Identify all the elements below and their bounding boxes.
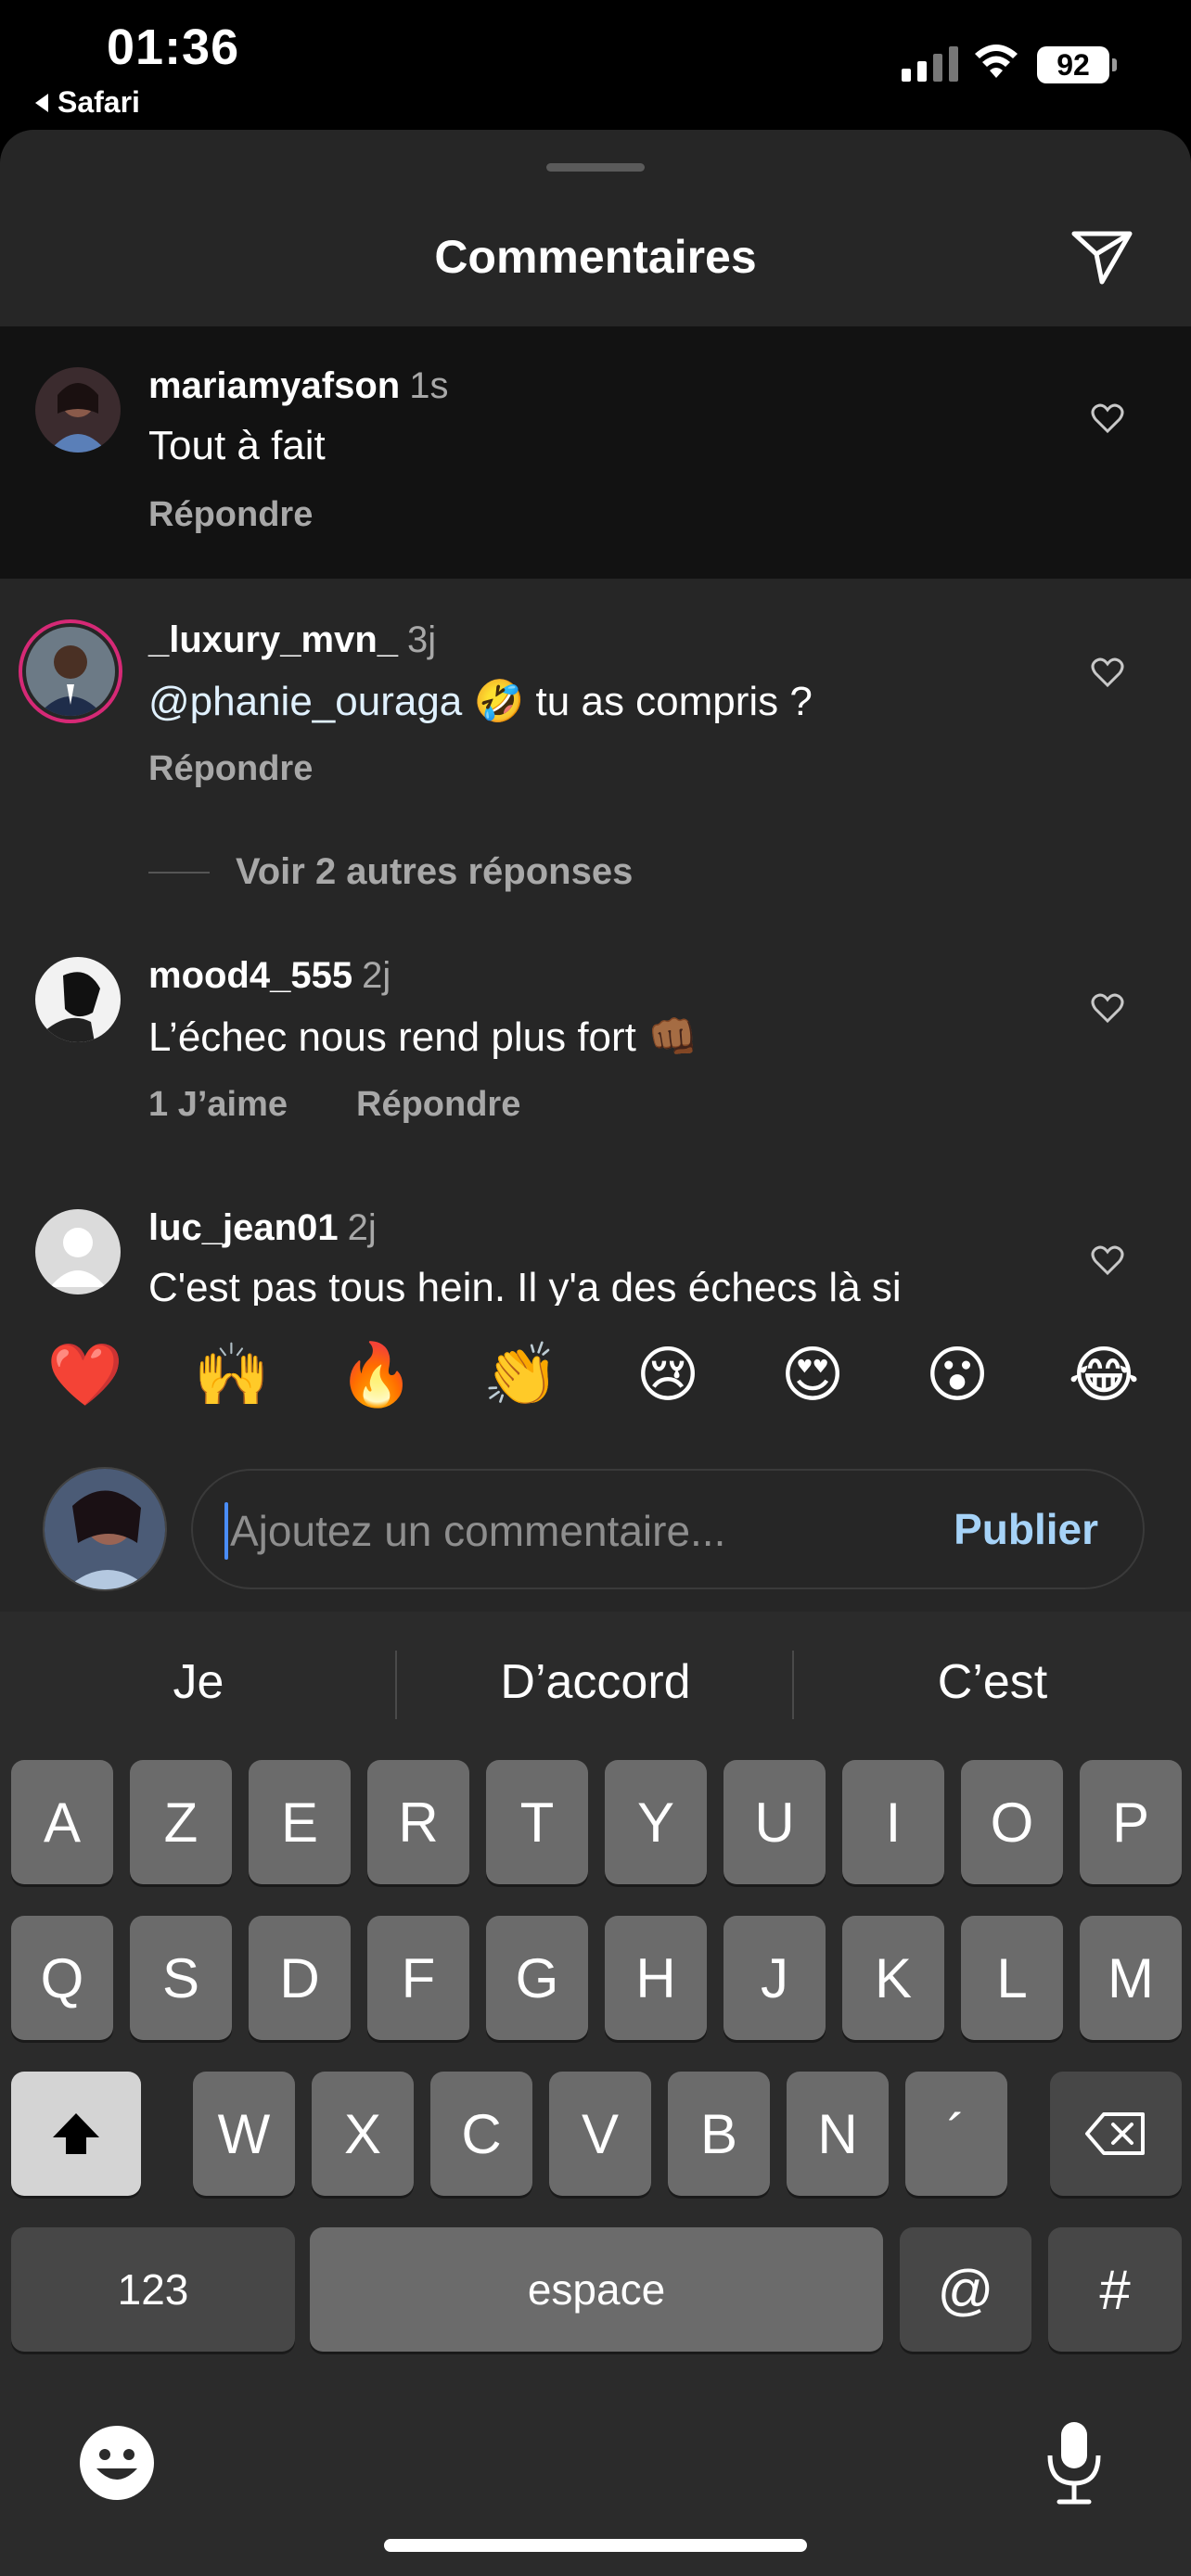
comments-sheet: Commentaires mariamyafson 1s Tout à fait … bbox=[0, 130, 1191, 1612]
suggestion-2[interactable]: D’accord bbox=[397, 1654, 794, 1710]
back-app-label: Safari bbox=[58, 85, 140, 119]
space-key[interactable]: espace bbox=[310, 2227, 883, 2352]
key-y[interactable]: Y bbox=[605, 1760, 707, 1884]
autocomplete-suggestions: Je D’accord C’est bbox=[0, 1612, 1191, 1760]
comment-text: Tout à fait bbox=[148, 423, 326, 468]
key-w[interactable]: W bbox=[193, 2072, 295, 2196]
comment-input[interactable]: Ajoutez un commentaire... bbox=[230, 1506, 725, 1556]
key-accent[interactable]: ´ bbox=[905, 2072, 1007, 2196]
current-user-avatar bbox=[43, 1467, 167, 1591]
back-arrow-icon bbox=[35, 93, 48, 112]
key-u[interactable]: U bbox=[724, 1760, 826, 1884]
microphone-icon[interactable] bbox=[1044, 2418, 1104, 2507]
cellular-signal-icon bbox=[902, 45, 958, 82]
back-to-app-button[interactable]: Safari bbox=[35, 85, 140, 120]
comment-composer[interactable]: Ajoutez un commentaire... Publier bbox=[191, 1469, 1145, 1589]
key-o[interactable]: O bbox=[961, 1760, 1063, 1884]
comment-time: 1s bbox=[409, 365, 449, 406]
key-j[interactable]: J bbox=[724, 1916, 826, 2040]
comment-text: C'est pas tous hein. Il y'a des échecs l… bbox=[148, 1265, 902, 1310]
shift-key[interactable] bbox=[11, 2072, 141, 2196]
key-g[interactable]: G bbox=[486, 1916, 588, 2040]
like-heart-icon[interactable] bbox=[1091, 657, 1124, 688]
avatar[interactable] bbox=[35, 1209, 121, 1294]
avatar[interactable] bbox=[35, 957, 121, 1042]
like-heart-icon[interactable] bbox=[1091, 1244, 1124, 1276]
comment-username[interactable]: mariamyafson 1s bbox=[148, 365, 448, 407]
key-e[interactable]: E bbox=[249, 1760, 351, 1884]
key-b[interactable]: B bbox=[668, 2072, 770, 2196]
key-d[interactable]: D bbox=[249, 1916, 351, 2040]
key-i[interactable]: I bbox=[842, 1760, 944, 1884]
key-a[interactable]: A bbox=[11, 1760, 113, 1884]
key-l[interactable]: L bbox=[961, 1916, 1063, 2040]
mention-link[interactable]: @phanie_ouraga bbox=[148, 679, 462, 724]
comment-time: 2j bbox=[362, 955, 391, 996]
home-indicator[interactable] bbox=[384, 2539, 807, 2552]
key-z[interactable]: Z bbox=[130, 1760, 232, 1884]
avatar[interactable] bbox=[19, 619, 122, 723]
emoji-laugh-button[interactable]: 😂 bbox=[1063, 1339, 1145, 1410]
comment-emoji: 🤣 bbox=[473, 679, 525, 724]
key-t[interactable]: T bbox=[486, 1760, 588, 1884]
comment-emoji: 👊🏾 bbox=[647, 1014, 698, 1060]
reply-button[interactable]: Répondre bbox=[148, 495, 313, 535]
emoji-reaction-bar: ❤️ 🙌 🔥 👏 😢 😍 😮 😂 bbox=[0, 1306, 1191, 1454]
key-p[interactable]: P bbox=[1080, 1760, 1182, 1884]
emoji-heart-button[interactable]: ❤️ bbox=[45, 1339, 126, 1411]
emoji-fire-button[interactable]: 🔥 bbox=[336, 1339, 417, 1411]
reply-button[interactable]: Répondre bbox=[148, 749, 313, 789]
key-s[interactable]: S bbox=[130, 1916, 232, 2040]
comment-username[interactable]: _luxury_mvn_ 3j bbox=[148, 619, 436, 661]
key-m[interactable]: M bbox=[1080, 1916, 1182, 2040]
emoji-keyboard-icon[interactable] bbox=[78, 2424, 156, 2502]
suggestion-1[interactable]: Je bbox=[0, 1654, 397, 1710]
comment-time: 3j bbox=[407, 619, 437, 660]
suggestion-3[interactable]: C’est bbox=[794, 1654, 1191, 1710]
emoji-clap-button[interactable]: 👏 bbox=[480, 1339, 562, 1411]
hash-key[interactable]: # bbox=[1048, 2227, 1182, 2352]
like-heart-icon[interactable] bbox=[1091, 992, 1124, 1024]
sheet-grabber[interactable] bbox=[546, 163, 645, 172]
emoji-raised-hands-button[interactable]: 🙌 bbox=[191, 1339, 273, 1411]
key-r[interactable]: R bbox=[367, 1760, 469, 1884]
like-heart-icon[interactable] bbox=[1091, 402, 1124, 434]
key-h[interactable]: H bbox=[605, 1916, 707, 2040]
key-v[interactable]: V bbox=[549, 2072, 651, 2196]
comment-username[interactable]: mood4_555 2j bbox=[148, 955, 391, 997]
at-key[interactable]: @ bbox=[900, 2227, 1031, 2352]
share-send-icon[interactable] bbox=[1069, 226, 1135, 287]
likes-count[interactable]: 1 J’aime bbox=[148, 1085, 288, 1125]
key-n[interactable]: N bbox=[787, 2072, 889, 2196]
avatar[interactable] bbox=[35, 367, 121, 453]
shift-arrow-icon bbox=[53, 2113, 99, 2154]
status-time: 01:36 bbox=[107, 19, 240, 75]
sheet-title: Commentaires bbox=[434, 231, 757, 283]
numbers-key[interactable]: 123 bbox=[11, 2227, 295, 2352]
wifi-icon bbox=[975, 45, 1018, 78]
key-f[interactable]: F bbox=[367, 1916, 469, 2040]
publish-button[interactable]: Publier bbox=[954, 1504, 1098, 1554]
battery-indicator: 92 bbox=[1037, 46, 1117, 83]
key-q[interactable]: Q bbox=[11, 1916, 113, 2040]
comment-text: @phanie_ouraga 🤣 tu as compris ? bbox=[148, 679, 813, 724]
backspace-key[interactable] bbox=[1050, 2072, 1182, 2196]
key-x[interactable]: X bbox=[312, 2072, 414, 2196]
status-bar: 01:36 Safari 92 bbox=[0, 0, 1191, 130]
comment-text: L’échec nous rend plus fort 👊🏾 bbox=[148, 1014, 698, 1060]
key-k[interactable]: K bbox=[842, 1916, 944, 2040]
view-more-replies-button[interactable]: Voir 2 autres réponses bbox=[148, 851, 633, 893]
emoji-surprised-button[interactable]: 😮 bbox=[916, 1339, 998, 1410]
emoji-cry-button[interactable]: 😢 bbox=[627, 1339, 709, 1410]
comment-username[interactable]: luc_jean01 2j bbox=[148, 1207, 377, 1249]
reply-button[interactable]: Répondre bbox=[356, 1085, 520, 1125]
divider bbox=[148, 871, 210, 874]
text-cursor bbox=[224, 1502, 228, 1560]
comment-time: 2j bbox=[347, 1207, 377, 1248]
emoji-heart-eyes-button[interactable]: 😍 bbox=[772, 1339, 853, 1410]
key-c[interactable]: C bbox=[430, 2072, 532, 2196]
backspace-icon bbox=[1085, 2112, 1145, 2155]
keyboard: Je D’accord C’est A Z E R T Y U I O P Q … bbox=[0, 1612, 1191, 2576]
